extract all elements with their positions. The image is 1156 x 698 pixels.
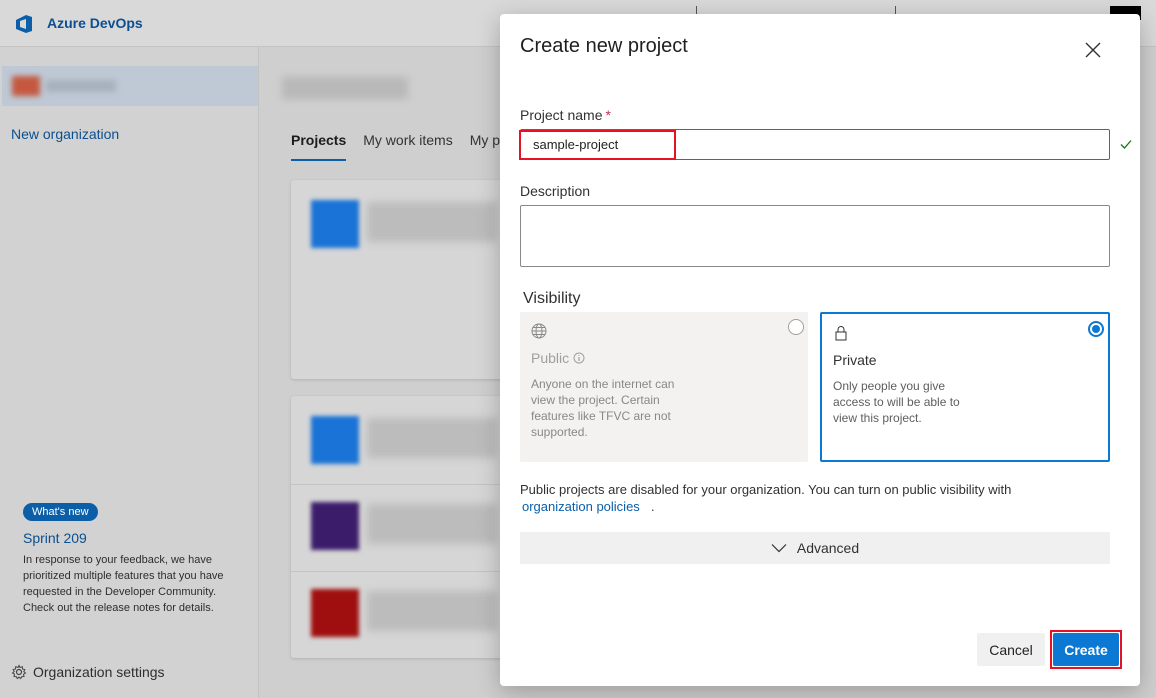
close-icon[interactable] (1083, 40, 1103, 60)
visibility-private-label: Private (833, 352, 877, 368)
create-button[interactable]: Create (1053, 633, 1119, 666)
gear-icon (11, 664, 27, 680)
organization-settings-label: Organization settings (33, 664, 165, 680)
project-name-redacted (367, 418, 497, 458)
description-label: Description (520, 183, 591, 199)
project-name-label-text: Project name (520, 107, 603, 123)
project-list-card (291, 396, 506, 658)
project-card[interactable] (291, 180, 506, 379)
project-name-input[interactable] (520, 129, 1110, 160)
azure-devops-logo-icon[interactable] (12, 12, 36, 36)
check-icon (1120, 140, 1132, 149)
organization-policies-link[interactable]: organization policies (522, 499, 640, 514)
project-tile (311, 502, 359, 550)
dialog-title: Create new project (520, 35, 688, 57)
new-organization-link[interactable]: New organization (11, 126, 119, 142)
page-title-redacted (282, 77, 408, 99)
lock-icon (835, 326, 847, 341)
main-tabs: Projects My work items My p (291, 132, 500, 161)
visibility-public-name: Public (531, 350, 585, 366)
project-tile (311, 200, 359, 248)
chevron-down-icon (771, 544, 787, 553)
organization-settings-link[interactable]: Organization settings (11, 664, 165, 680)
project-name-redacted (367, 591, 497, 631)
project-name-redacted (367, 504, 497, 544)
advanced-label: Advanced (796, 540, 860, 556)
visibility-label: Visibility (523, 290, 581, 307)
tab-my-pull-requests[interactable]: My p (470, 132, 500, 161)
visibility-private-radio[interactable] (1088, 321, 1104, 337)
project-tile (311, 589, 359, 637)
sprint-title[interactable]: Sprint 209 (23, 530, 87, 546)
release-note-text: In response to your feedback, we have pr… (23, 554, 224, 614)
advanced-toggle[interactable]: Advanced (520, 532, 1110, 564)
public-disabled-note: Public projects are disabled for your or… (520, 482, 1012, 497)
cancel-button[interactable]: Cancel (977, 633, 1045, 666)
organization-avatar (12, 76, 40, 96)
project-name-redacted (367, 202, 497, 242)
description-field[interactable] (520, 205, 1110, 267)
tab-projects[interactable]: Projects (291, 132, 347, 161)
divider (291, 571, 506, 572)
whats-new-badge: What's new (23, 503, 98, 521)
visibility-private-option[interactable]: Private Only people you give access to w… (820, 312, 1110, 462)
globe-icon (531, 323, 547, 339)
visibility-public-radio (788, 319, 804, 335)
brand-name[interactable]: Azure DevOps (47, 15, 143, 31)
divider (291, 484, 506, 485)
visibility-private-description: Only people you give access to will be a… (833, 379, 960, 425)
tab-my-work-items[interactable]: My work items (363, 132, 452, 161)
create-project-dialog: Create new project Project name* Descrip… (500, 14, 1140, 686)
required-marker: * (605, 107, 611, 123)
project-name-label: Project name * (520, 107, 611, 123)
note-period: . (651, 499, 655, 514)
visibility-public-option: Public Anyone on the internet can view t… (520, 312, 808, 462)
sidebar: New organization What's new Sprint 209 I… (0, 47, 259, 698)
info-icon (573, 352, 585, 364)
visibility-public-label: Public (531, 350, 570, 366)
organization-item[interactable] (2, 66, 258, 106)
project-tile (311, 416, 359, 464)
visibility-public-description: Anyone on the internet can view the proj… (531, 377, 675, 439)
organization-name-redacted (46, 80, 116, 92)
